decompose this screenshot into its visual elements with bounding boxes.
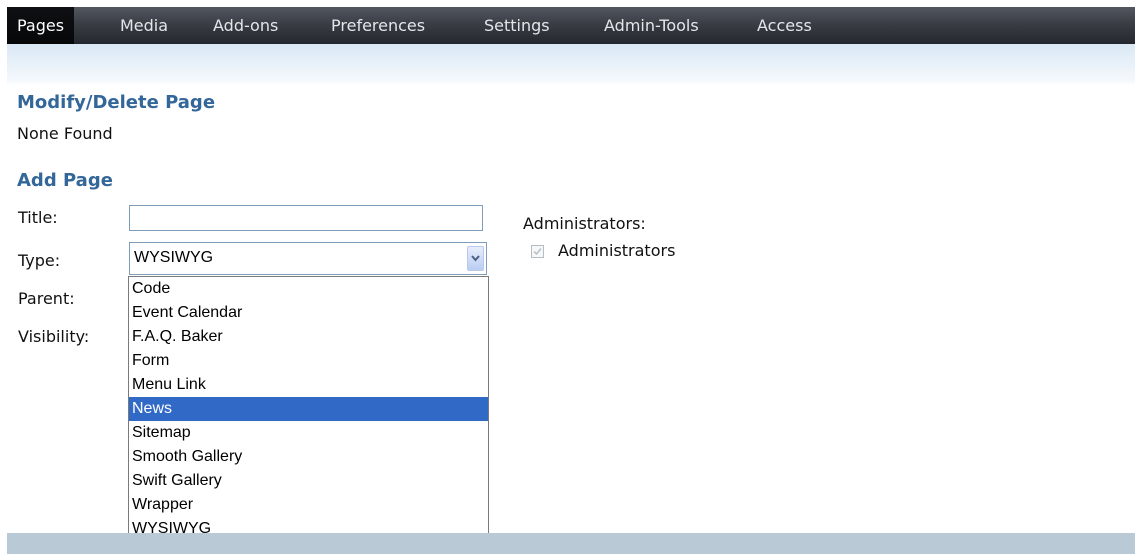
- type-option-event-calendar[interactable]: Event Calendar: [129, 301, 488, 325]
- top-navigation-bar: Pages Media Add-ons Preferences Settings…: [7, 7, 1135, 44]
- type-option-sitemap[interactable]: Sitemap: [129, 421, 488, 445]
- type-option-faq-baker[interactable]: F.A.Q. Baker: [129, 325, 488, 349]
- nav-item-access[interactable]: Access: [747, 7, 822, 44]
- add-page-heading: Add Page: [17, 170, 113, 191]
- dropdown-arrow-button[interactable]: [467, 246, 484, 271]
- nav-item-pages[interactable]: Pages: [7, 7, 75, 44]
- nav-item-preferences[interactable]: Preferences: [321, 7, 435, 44]
- footer-bar: [7, 533, 1135, 554]
- administrators-checkbox[interactable]: [531, 245, 544, 258]
- nav-item-add-ons[interactable]: Add-ons: [203, 7, 288, 44]
- type-option-form[interactable]: Form: [129, 349, 488, 373]
- type-label: Type:: [18, 251, 61, 270]
- type-option-news[interactable]: News: [129, 397, 488, 421]
- type-select[interactable]: WYSIWYG: [129, 242, 487, 275]
- checkmark-icon: [533, 248, 542, 256]
- chevron-down-icon: [471, 255, 480, 262]
- parent-label: Parent:: [18, 289, 75, 308]
- sub-navigation-bar: [7, 44, 1135, 86]
- type-option-swift-gallery[interactable]: Swift Gallery: [129, 469, 488, 493]
- title-input[interactable]: [129, 205, 483, 231]
- type-dropdown-list: Code Event Calendar F.A.Q. Baker Form Me…: [128, 276, 489, 540]
- none-found-text: None Found: [17, 124, 113, 143]
- type-selected-value: WYSIWYG: [134, 249, 214, 266]
- nav-item-admin-tools[interactable]: Admin-Tools: [594, 7, 709, 44]
- visibility-label: Visibility:: [18, 327, 90, 346]
- administrators-label: Administrators:: [523, 214, 646, 233]
- administrators-checkbox-label: Administrators: [558, 241, 676, 260]
- modify-delete-heading: Modify/Delete Page: [17, 92, 216, 113]
- type-option-smooth-gallery[interactable]: Smooth Gallery: [129, 445, 488, 469]
- type-option-wrapper[interactable]: Wrapper: [129, 493, 488, 517]
- title-label: Title:: [18, 208, 58, 227]
- nav-item-media[interactable]: Media: [110, 7, 178, 44]
- type-option-code[interactable]: Code: [129, 277, 488, 301]
- type-option-menu-link[interactable]: Menu Link: [129, 373, 488, 397]
- nav-item-settings[interactable]: Settings: [474, 7, 560, 44]
